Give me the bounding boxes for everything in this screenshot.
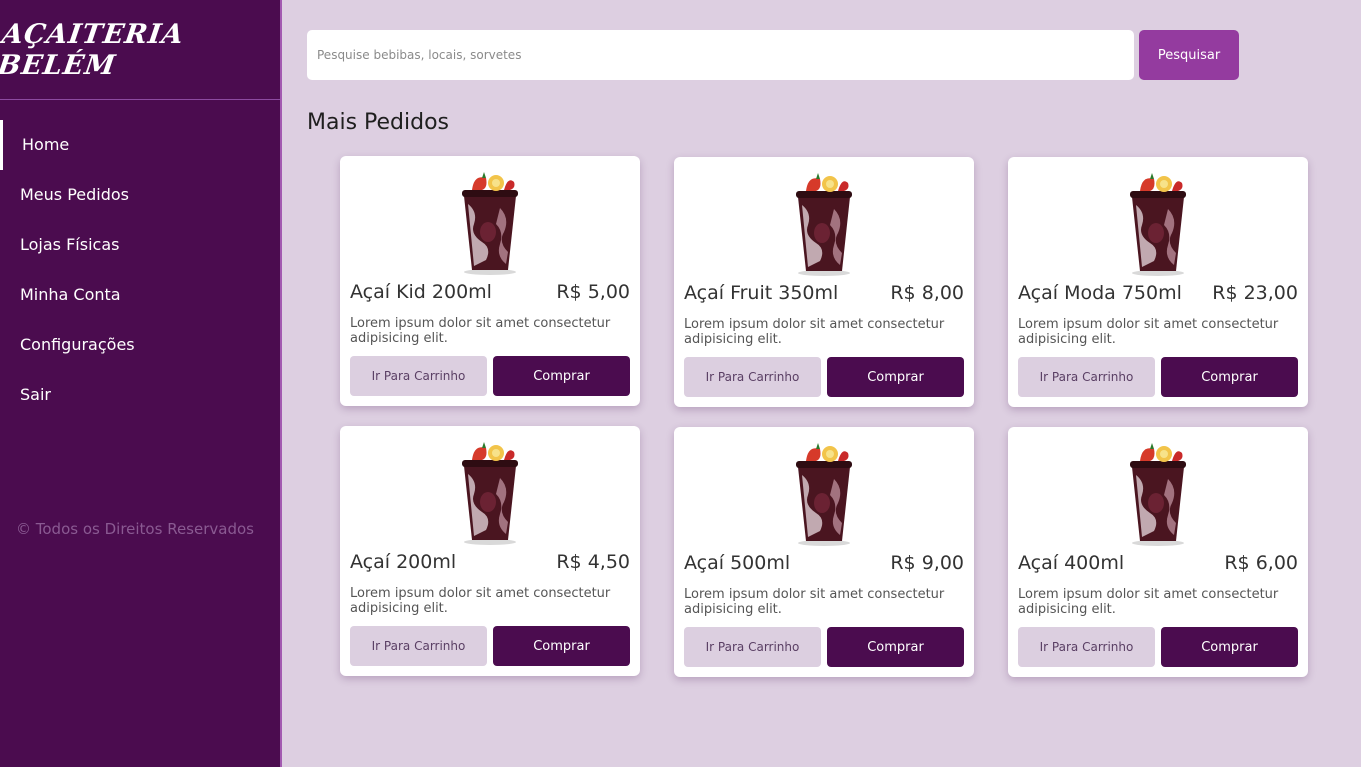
go-to-cart-button[interactable]: Ir Para Carrinho [1018,357,1155,397]
buy-button[interactable]: Comprar [493,356,630,396]
buy-button[interactable]: Comprar [1161,357,1298,397]
product-card: Açaí Kid 200ml R$ 5,00 Lorem ipsum dolor… [340,156,640,406]
product-price: R$ 4,50 [552,551,630,573]
product-price: R$ 9,00 [886,552,964,574]
product-name: Açaí Fruit 350ml [684,282,839,304]
acai-cup-image [1130,443,1186,546]
product-name: Açaí 500ml [684,552,791,574]
product-description: Lorem ipsum dolor sit amet consectetur a… [1018,317,1279,347]
acai-cup-image [462,442,518,545]
sidebar-item-lojas-fisicas[interactable]: Lojas Físicas [0,220,280,270]
product-name: Açaí Moda 750ml [1018,282,1182,304]
acai-cup-image [1130,173,1186,276]
product-price: R$ 6,00 [1220,552,1298,574]
product-description: Lorem ipsum dolor sit amet consectetur a… [350,316,611,346]
buy-button[interactable]: Comprar [827,627,964,667]
product-price: R$ 8,00 [886,282,964,304]
product-name: Açaí Kid 200ml [350,281,492,303]
acai-cup-image [796,173,852,276]
product-price: R$ 5,00 [552,281,630,303]
sidebar-item-meus-pedidos[interactable]: Meus Pedidos [0,170,280,220]
product-card: Açaí 200ml R$ 4,50 Lorem ipsum dolor sit… [340,426,640,676]
go-to-cart-button[interactable]: Ir Para Carrinho [1018,627,1155,667]
product-price: R$ 23,00 [1208,282,1298,304]
product-card: Açaí Fruit 350ml R$ 8,00 Lorem ipsum dol… [674,157,974,407]
sidebar-item-minha-conta[interactable]: Minha Conta [0,270,280,320]
go-to-cart-button[interactable]: Ir Para Carrinho [350,356,487,396]
product-card: Açaí 400ml R$ 6,00 Lorem ipsum dolor sit… [1008,427,1308,677]
product-name: Açaí 400ml [1018,552,1125,574]
brand-logo[interactable]: AÇAITERIA BELÉM [0,19,284,81]
acai-cup-image [462,172,518,275]
product-card: Açaí 500ml R$ 9,00 Lorem ipsum dolor sit… [674,427,974,677]
buy-button[interactable]: Comprar [827,357,964,397]
go-to-cart-button[interactable]: Ir Para Carrinho [684,627,821,667]
section-title: Mais Pedidos [307,110,450,135]
brand-header: AÇAITERIA BELÉM [0,0,280,100]
acai-cup-image [796,443,852,546]
sidebar: AÇAITERIA BELÉM Home Meus Pedidos Lojas … [0,0,282,767]
product-card: Açaí Moda 750ml R$ 23,00 Lorem ipsum dol… [1008,157,1308,407]
search-button[interactable]: Pesquisar [1139,30,1239,80]
product-description: Lorem ipsum dolor sit amet consectetur a… [684,317,945,347]
product-description: Lorem ipsum dolor sit amet consectetur a… [350,586,611,616]
go-to-cart-button[interactable]: Ir Para Carrinho [350,626,487,666]
sidebar-nav: Home Meus Pedidos Lojas Físicas Minha Co… [0,120,280,420]
buy-button[interactable]: Comprar [1161,627,1298,667]
sidebar-item-home[interactable]: Home [0,120,280,170]
go-to-cart-button[interactable]: Ir Para Carrinho [684,357,821,397]
product-description: Lorem ipsum dolor sit amet consectetur a… [684,587,945,617]
sidebar-item-configuracoes[interactable]: Configurações [0,320,280,370]
sidebar-item-sair[interactable]: Sair [0,370,280,420]
product-description: Lorem ipsum dolor sit amet consectetur a… [1018,587,1279,617]
copyright-text: © Todos os Direitos Reservados [16,520,254,538]
buy-button[interactable]: Comprar [493,626,630,666]
search-input[interactable] [307,30,1134,80]
product-name: Açaí 200ml [350,551,457,573]
